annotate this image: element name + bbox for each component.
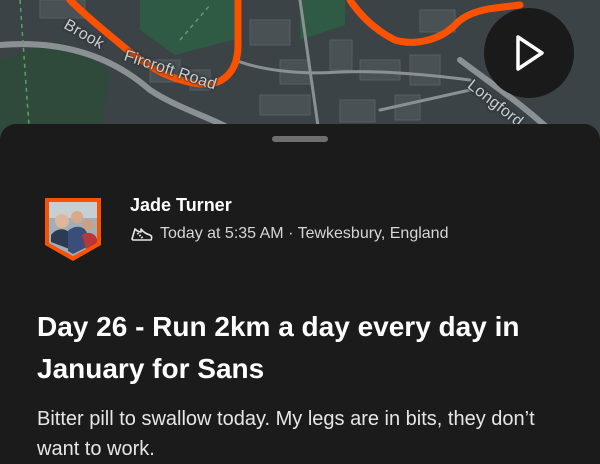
activity-sheet: Jade Turner Today at 5:35 AM · Tewkesbur… bbox=[0, 124, 600, 464]
play-button[interactable] bbox=[484, 8, 574, 98]
running-shoe-icon bbox=[131, 228, 153, 241]
athlete-name[interactable]: Jade Turner bbox=[130, 195, 232, 216]
drag-handle[interactable] bbox=[272, 136, 328, 142]
avatar[interactable] bbox=[42, 195, 104, 263]
activity-meta: Today at 5:35 AM · Tewkesbury, England bbox=[130, 224, 448, 244]
activity-description: Bitter pill to swallow today. My legs ar… bbox=[37, 408, 535, 460]
activity-meta-text: Today at 5:35 AM · Tewkesbury, England bbox=[160, 225, 449, 242]
play-icon bbox=[516, 35, 544, 71]
activity-title: Day 26 - Run 2km a day every day in Janu… bbox=[37, 311, 520, 384]
